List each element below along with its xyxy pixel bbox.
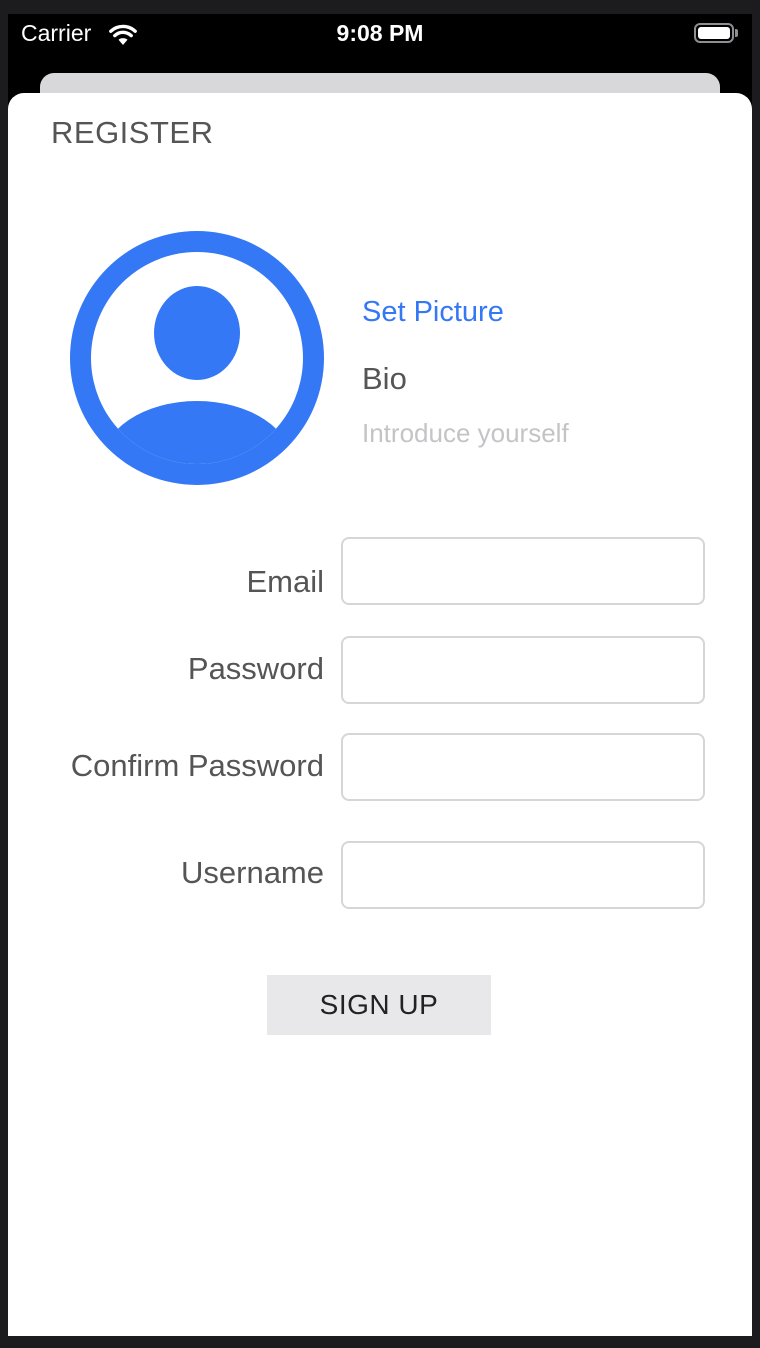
username-field[interactable] [341,841,705,909]
user-circle-icon[interactable] [70,231,324,485]
sign-up-button[interactable]: SIGN UP [267,975,491,1035]
password-label: Password [187,651,324,686]
battery-cap [735,29,738,37]
email-label: Email [246,564,324,599]
battery-icon [694,23,734,43]
confirm-password-label: Confirm Password [70,748,324,783]
username-label: Username [181,855,324,890]
bio-input[interactable] [358,413,712,453]
battery-fill [698,27,730,39]
register-sheet: REGISTER Set Picture Bio Email Password … [8,93,752,1336]
password-field[interactable] [341,636,705,704]
email-field[interactable] [341,537,705,605]
status-bar: Carrier 9:08 PM [8,14,752,58]
device-screen: Carrier 9:08 PM REGISTER Set Picture Bio… [8,14,752,1336]
bio-label: Bio [362,361,407,396]
confirm-password-field[interactable] [341,733,705,801]
page-title: REGISTER [51,115,214,150]
set-picture-button[interactable]: Set Picture [362,296,504,329]
status-time: 9:08 PM [336,20,424,46]
